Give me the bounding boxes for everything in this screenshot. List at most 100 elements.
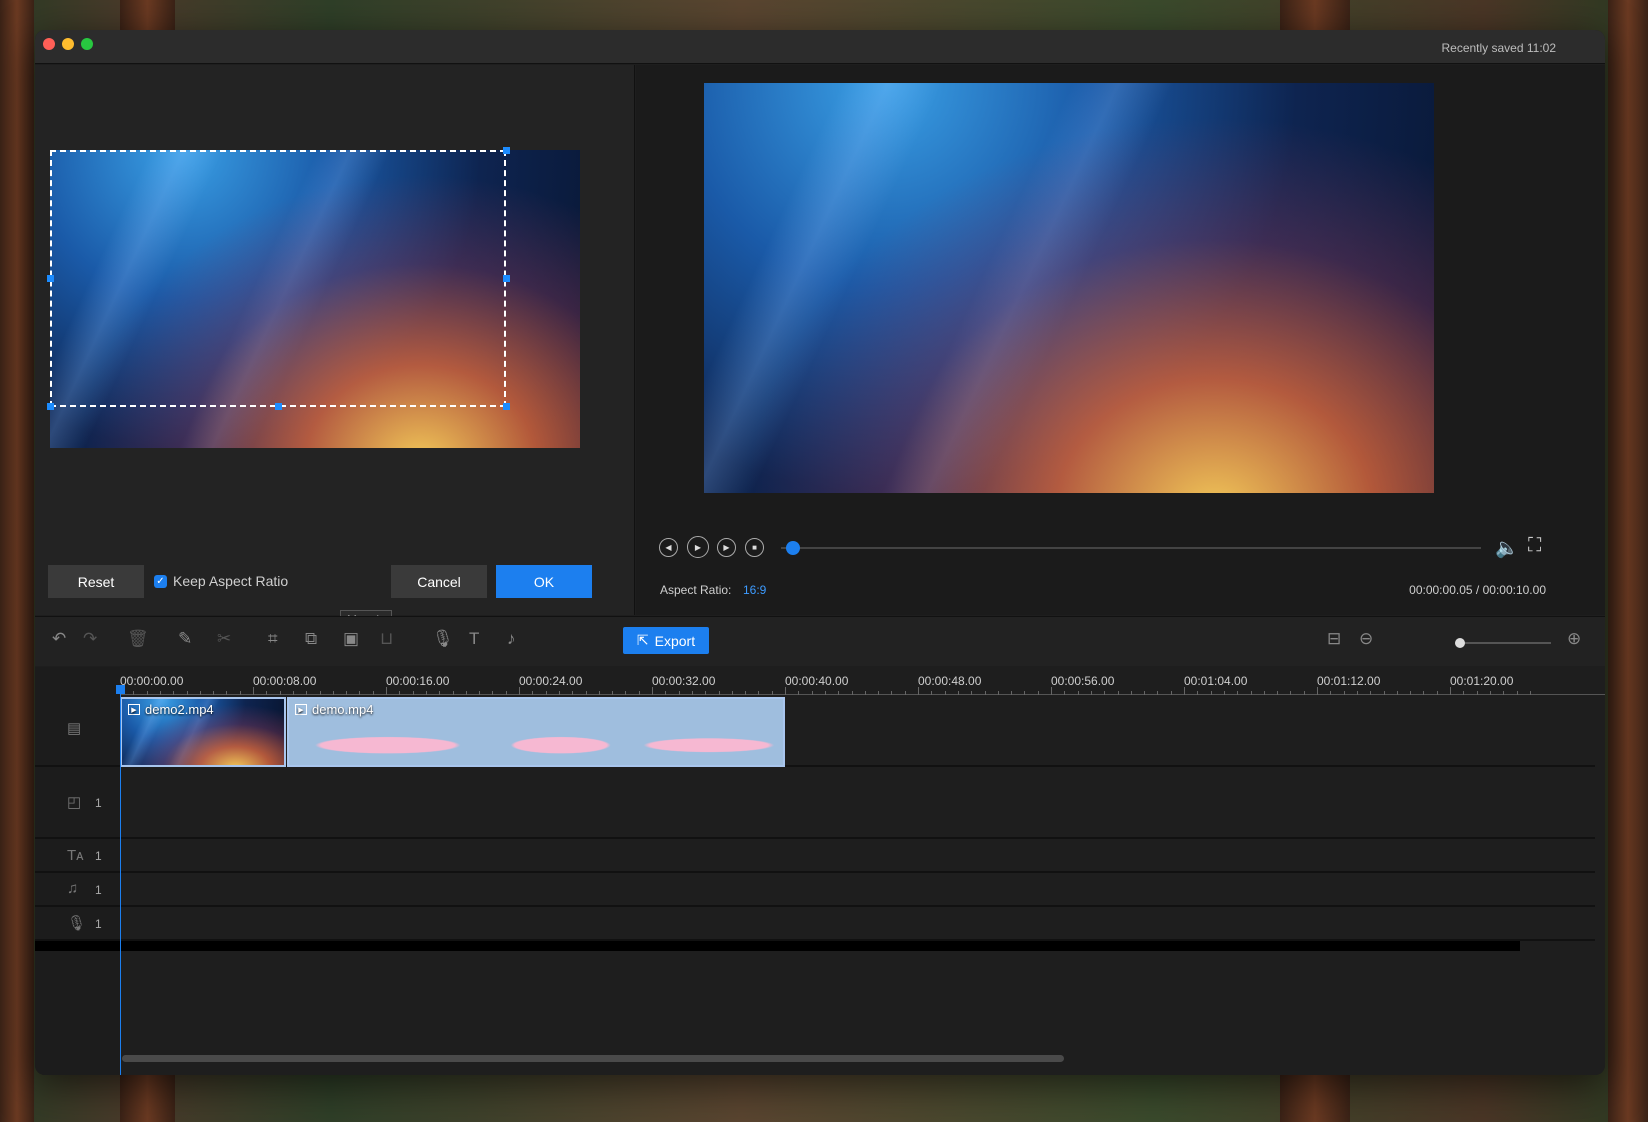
ruler-tick — [386, 687, 387, 695]
ruler-tick — [1317, 687, 1318, 695]
play-icon[interactable]: ▶ — [687, 536, 709, 558]
zoom-in-icon[interactable]: ⊕ — [1567, 629, 1581, 649]
wallpaper-tree — [1608, 0, 1648, 1122]
time-separator: / — [1475, 583, 1480, 597]
clip-demo[interactable]: ▶ demo.mp4 — [287, 697, 785, 767]
playhead[interactable] — [120, 689, 121, 1075]
voice-track-count: 1 — [95, 917, 102, 931]
clip-demo2[interactable]: ▶ demo2.mp4 — [120, 697, 286, 767]
minimize-window-button[interactable] — [62, 38, 74, 50]
save-status: Recently saved 11:02 — [1441, 41, 1556, 55]
app-window: Recently saved 11:02 Reset ✓ Keep Aspect… — [35, 30, 1605, 1075]
speed-icon[interactable]: ⊔ — [380, 629, 393, 649]
ruler-label: 00:00:08.00 — [253, 674, 317, 688]
ruler-label: 00:00:48.00 — [918, 674, 982, 688]
crop-selection[interactable] — [50, 150, 506, 407]
export-icon: ⇱ — [636, 632, 649, 648]
delete-icon[interactable]: 🗑 — [127, 629, 149, 649]
ruler-tick — [785, 687, 786, 695]
wallpaper-tree — [0, 0, 34, 1122]
ruler-label: 00:00:40.00 — [785, 674, 849, 688]
crop-handle-left[interactable] — [47, 275, 54, 282]
zoom-slider[interactable] — [1455, 642, 1551, 644]
timeline: 00:00:00.00 00:00:08.00 00:00:16.00 00:00:2… — [35, 667, 1605, 1075]
ruler-tick — [1184, 687, 1185, 695]
music-track: ♫ 1 — [35, 873, 1595, 907]
crop-panel: Reset ✓ Keep Aspect Ratio Cancel OK Mosa… — [35, 65, 635, 630]
mosaic-icon[interactable]: ▣ — [343, 629, 359, 649]
export-button[interactable]: ⇱ Export — [623, 627, 709, 654]
edit-toolbar: ↶ ↷ 🗑 ✎ ✂ ⌗ ⧉ ▣ ⊔ 🎙 T ♪ ⇱ Export ⊟ ⊖ ⊕ — [35, 616, 1605, 666]
voiceover-icon[interactable]: 🎙 — [432, 629, 454, 649]
ruler-label: 00:00:00.00 — [120, 674, 184, 688]
step-forward-icon[interactable]: ▶ — [717, 538, 736, 557]
zoom-out-icon[interactable]: ⊖ — [1359, 629, 1373, 649]
fullscreen-icon[interactable]: ⛶ — [1528, 535, 1541, 557]
time-ruler[interactable]: 00:00:00.00 00:00:08.00 00:00:16.00 00:00:2… — [120, 667, 1605, 695]
clip-title: ▶ demo.mp4 — [295, 702, 373, 717]
ruler-tick — [1450, 687, 1451, 695]
mic-icon: 🎙 — [67, 915, 87, 932]
text-track-count: 1 — [95, 849, 102, 863]
undo-icon[interactable]: ↶ — [52, 629, 66, 649]
ruler-label: 00:00:16.00 — [386, 674, 450, 688]
cancel-button[interactable]: Cancel — [391, 565, 487, 598]
text-track: Tᴀ 1 — [35, 839, 1595, 873]
step-back-icon[interactable]: ◀ — [659, 538, 678, 557]
ruler-label: 00:00:32.00 — [652, 674, 716, 688]
volume-icon[interactable]: 🔈 — [1495, 536, 1519, 560]
voice-track: 🎙 1 — [35, 907, 1595, 941]
ruler-label: 00:01:04.00 — [1184, 674, 1248, 688]
title-bar: Recently saved 11:02 — [35, 30, 1605, 64]
zoom-slider-knob[interactable] — [1454, 638, 1465, 648]
text-to-speech-icon[interactable]: T — [469, 629, 479, 649]
current-time: 00:00:00.05 — [1409, 583, 1473, 597]
film-icon: ▤ — [67, 720, 82, 737]
redo-icon[interactable]: ↷ — [83, 629, 97, 649]
aspect-ratio-value[interactable]: 16:9 — [743, 583, 766, 597]
clip-name: demo.mp4 — [312, 702, 374, 717]
overlay-track: ◰ 1 — [35, 767, 1595, 839]
stop-icon[interactable]: ■ — [745, 538, 764, 557]
playback-progress-bar[interactable] — [781, 547, 1481, 549]
ruler-tick — [918, 687, 919, 695]
total-time: 00:00:10.00 — [1482, 583, 1546, 597]
reset-button[interactable]: Reset — [48, 565, 144, 598]
fit-timeline-icon[interactable]: ⊟ — [1327, 629, 1341, 649]
crop-handle-bottom-left[interactable] — [47, 403, 54, 410]
ok-button[interactable]: OK — [496, 565, 592, 598]
crop-handle-right[interactable] — [503, 275, 510, 282]
keep-aspect-ratio-checkbox[interactable]: ✓ Keep Aspect Ratio — [154, 573, 288, 589]
edit-icon[interactable]: ✎ — [178, 629, 192, 649]
music-icon: ♫ — [67, 880, 79, 897]
clip-name: demo2.mp4 — [145, 702, 214, 717]
audio-detach-icon[interactable]: ♪ — [507, 629, 516, 649]
close-window-button[interactable] — [43, 38, 55, 50]
keep-aspect-ratio-label: Keep Aspect Ratio — [173, 573, 289, 589]
overlay-track-count: 1 — [95, 796, 102, 810]
music-track-count: 1 — [95, 883, 102, 897]
ruler-tick — [1051, 687, 1052, 695]
maximize-window-button[interactable] — [81, 38, 93, 50]
crop-icon[interactable]: ⌗ — [268, 629, 278, 649]
ruler-tick — [652, 687, 653, 695]
clip-title: ▶ demo2.mp4 — [128, 702, 214, 717]
resize-icon[interactable]: ⧉ — [305, 629, 317, 649]
crop-handle-top-right[interactable] — [503, 147, 510, 154]
timecode: 00:00:00.05 / 00:00:10.00 — [1409, 583, 1546, 597]
crop-handle-bottom-right[interactable] — [503, 403, 510, 410]
aspect-ratio-label: Aspect Ratio: — [660, 583, 732, 597]
playback-knob[interactable] — [785, 541, 800, 555]
ruler-label: 00:01:12.00 — [1317, 674, 1381, 688]
ruler-label: 00:00:56.00 — [1051, 674, 1115, 688]
horizontal-scrollbar[interactable] — [122, 1055, 1064, 1062]
ruler-label: 00:00:24.00 — [519, 674, 583, 688]
crop-handle-bottom[interactable] — [275, 403, 282, 410]
preview-panel: ◀ ▶ ▶ ■ 🔈 ⛶ Aspect Ratio: 16:9 00:00:00.… — [636, 65, 1605, 615]
checkmark-icon[interactable]: ✓ — [154, 574, 167, 588]
cut-icon[interactable]: ✂ — [217, 629, 231, 649]
overlay-icon: ◰ — [67, 794, 82, 811]
ruler-label: 00:01:20.00 — [1450, 674, 1514, 688]
track-divider — [35, 941, 1520, 951]
export-label: Export — [654, 632, 696, 649]
